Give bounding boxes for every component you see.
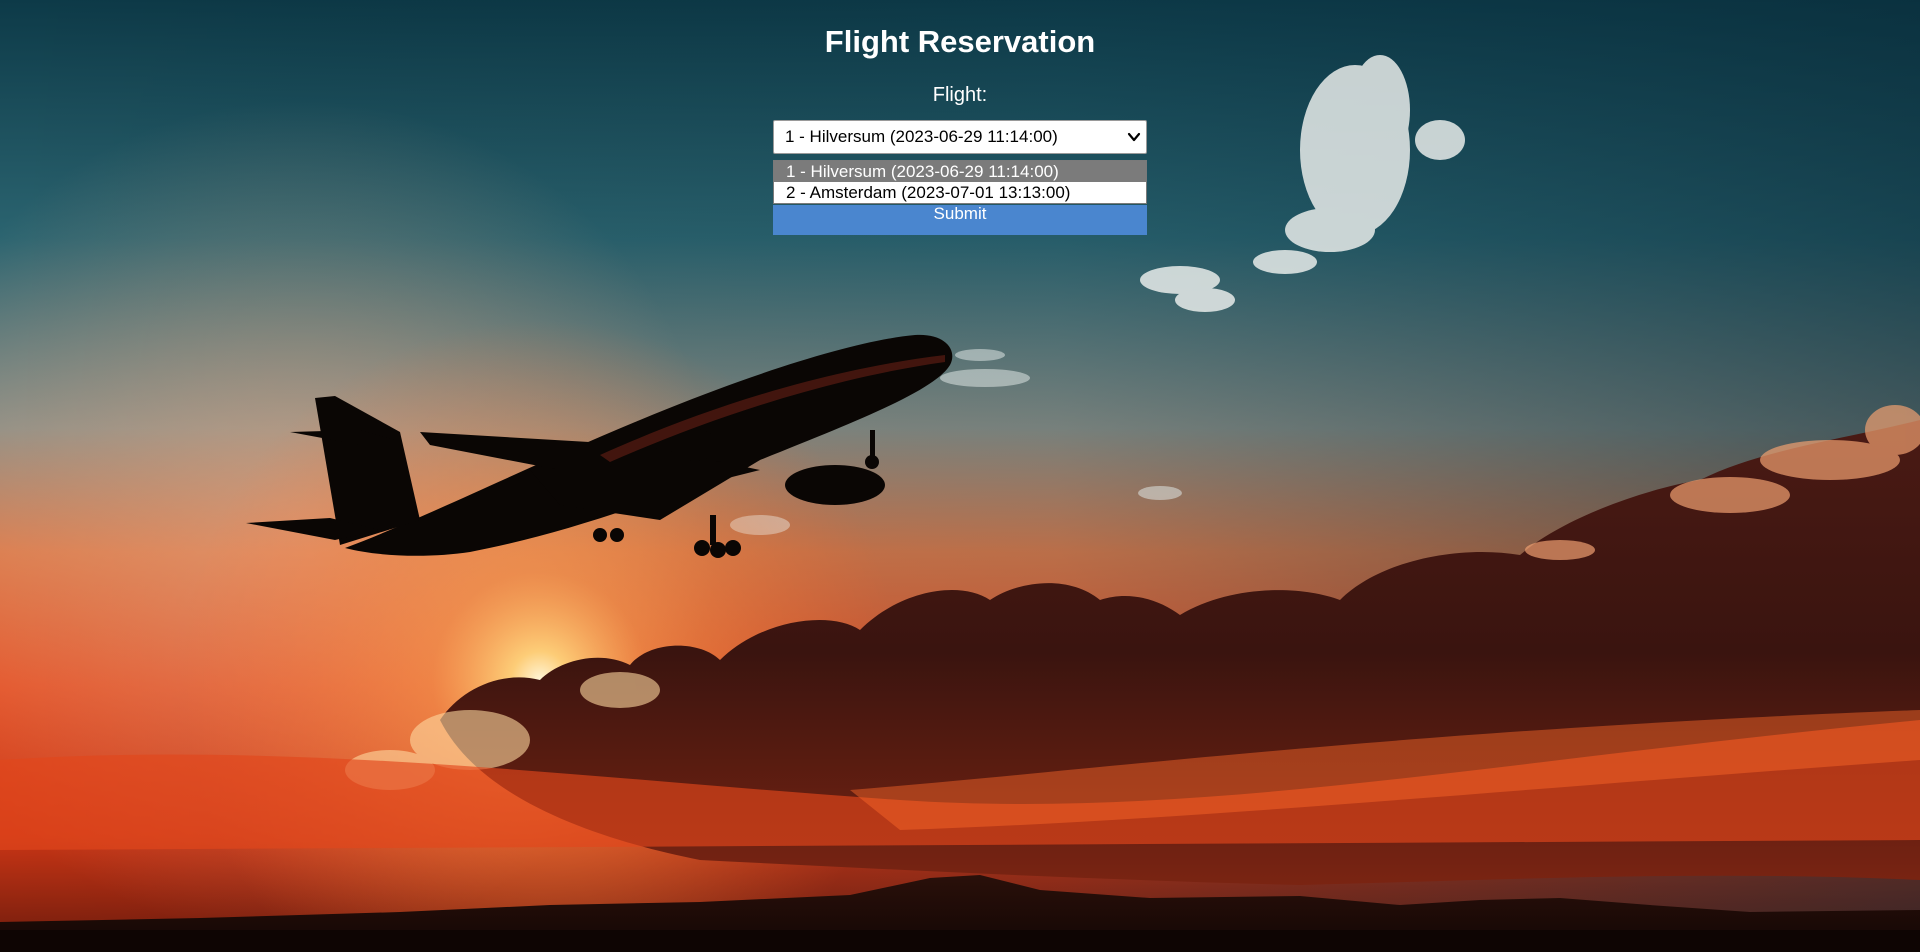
submit-button[interactable]: Submit	[773, 205, 1147, 235]
flight-option-amsterdam[interactable]: 2 - Amsterdam (2023-07-01 13:13:00)	[774, 182, 1146, 203]
chevron-down-icon	[1127, 132, 1141, 142]
flight-select-value: 1 - Hilversum (2023-06-29 11:14:00)	[785, 127, 1058, 146]
flight-select[interactable]: 1 - Hilversum (2023-06-29 11:14:00)	[773, 120, 1147, 154]
page-title: Flight Reservation	[824, 24, 1096, 59]
flight-label: Flight:	[932, 84, 988, 106]
flight-option-hilversum[interactable]: 1 - Hilversum (2023-06-29 11:14:00)	[774, 161, 1146, 182]
flight-dropdown-list: 1 - Hilversum (2023-06-29 11:14:00) 2 - …	[773, 160, 1147, 204]
